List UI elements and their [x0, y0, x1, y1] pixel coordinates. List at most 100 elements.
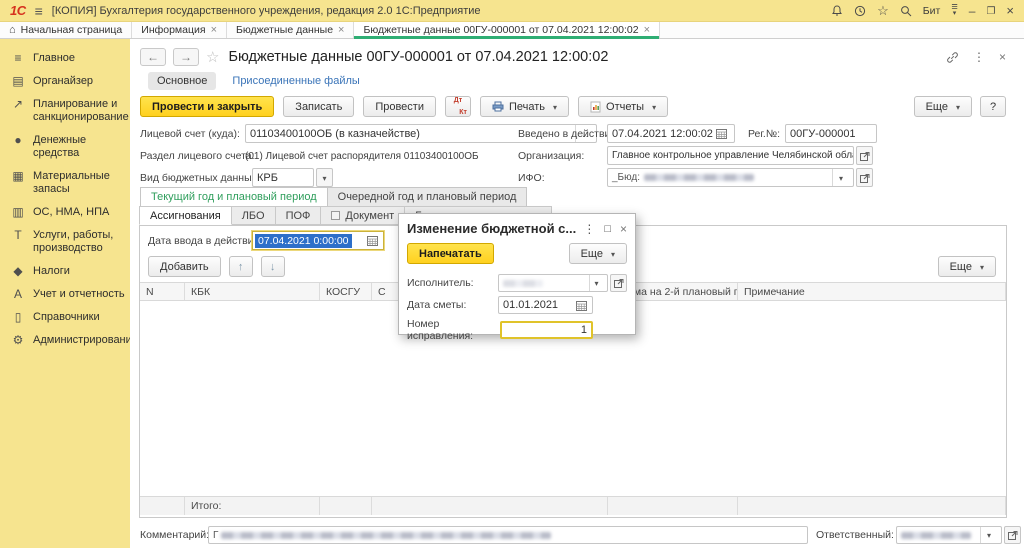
inner-tab[interactable]: ПОФ	[276, 206, 322, 225]
dialog-title: Изменение бюджетной с...	[407, 221, 583, 236]
regno-field[interactable]: 00ГУ-000001	[785, 124, 877, 143]
comment-field[interactable]: Г	[208, 526, 808, 544]
help-button[interactable]: ?	[980, 96, 1006, 117]
sidebar-item[interactable]: ТУслуги, работы, производство	[0, 224, 130, 260]
dialog-more-button[interactable]: Еще	[569, 243, 627, 264]
organization-open-button[interactable]	[856, 146, 873, 165]
favorite-star-icon[interactable]	[206, 48, 219, 66]
nav-forward-button[interactable]	[173, 48, 199, 66]
post-and-close-button[interactable]: Провести и закрыть	[140, 96, 274, 117]
sidebar-item[interactable]: ▤Органайзер	[0, 70, 130, 93]
entry-date-calendar-icon[interactable]	[364, 232, 381, 249]
correction-number-field[interactable]: 1	[500, 321, 593, 339]
search-icon[interactable]	[900, 4, 912, 16]
debit-credit-icon-button[interactable]: Дт Кт	[445, 96, 471, 117]
grid-column-header[interactable]: N	[140, 283, 185, 300]
responsible-dropdown-icon[interactable]	[980, 527, 997, 544]
inner-tab[interactable]: Ассигнования	[139, 206, 232, 225]
money-icon: ●	[11, 134, 25, 147]
sidebar-item[interactable]: ≡Главное	[0, 47, 130, 70]
estimate-date-calendar-icon[interactable]	[574, 297, 588, 314]
grid-toolbar: Добавить	[148, 256, 285, 277]
service-menu-icon[interactable]	[951, 5, 957, 16]
dialog-maximize-icon[interactable]	[604, 223, 611, 235]
dialog-print-button[interactable]: Напечатать	[407, 243, 494, 264]
entry-date-field[interactable]: 07.04.2021 0:00:00	[252, 231, 384, 250]
notifications-bell-icon[interactable]	[831, 4, 843, 16]
favorites-star-icon[interactable]	[877, 3, 889, 19]
more-button[interactable]: Еще	[914, 96, 972, 117]
move-up-button[interactable]	[229, 256, 253, 277]
responsible-label: Ответственный:	[816, 529, 894, 541]
add-row-button[interactable]: Добавить	[148, 256, 221, 277]
sidebar-item[interactable]: ↗Планирование и санкционирование	[0, 93, 130, 129]
responsible-field[interactable]	[896, 526, 1002, 544]
save-button[interactable]: Записать	[283, 96, 354, 117]
main-menu-icon[interactable]	[35, 3, 43, 19]
sidebar-item[interactable]: ▦Материальные запасы	[0, 165, 130, 201]
dialog-more-menu-icon[interactable]	[583, 222, 595, 236]
app-tab[interactable]: Бюджетные данные	[227, 22, 354, 38]
effective-date-field[interactable]: 07.04.2021 12:00:02	[607, 124, 735, 143]
grid-footer-cell	[372, 497, 608, 515]
grid-column-header[interactable]: КОСГУ	[320, 283, 372, 300]
sidebar-item-label: Администрирование	[33, 334, 138, 347]
inner-tab-label: ЛБО	[242, 210, 265, 222]
document-window-controls	[946, 50, 1006, 64]
app-tab[interactable]: Начальная страница	[0, 22, 132, 38]
responsible-open-button[interactable]	[1004, 526, 1021, 544]
organization-field[interactable]: Главное контрольное управление Челябинск…	[607, 146, 854, 165]
post-button[interactable]: Провести	[363, 96, 436, 117]
organization-label: Организация:	[518, 150, 584, 162]
link-icon[interactable]	[946, 51, 959, 64]
sidebar-item[interactable]: ●Денежные средства	[0, 129, 130, 165]
grid-column-header[interactable]: КБК	[185, 283, 320, 300]
app-tab-label: Бюджетные данные	[236, 24, 333, 36]
grid-column-header[interactable]: Примечание	[738, 283, 1006, 300]
estimate-date-field[interactable]: 01.01.2021	[498, 296, 593, 314]
close-window-icon[interactable]	[1006, 3, 1014, 18]
calendar-icon[interactable]	[713, 125, 730, 142]
executor-open-button[interactable]	[610, 274, 627, 292]
tab-main[interactable]: Основное	[148, 72, 216, 90]
ifo-open-button[interactable]	[856, 168, 873, 187]
sidebar-item[interactable]: АУчет и отчетность	[0, 283, 130, 306]
minimize-icon[interactable]	[969, 4, 976, 18]
taxes-icon: ◆	[11, 265, 25, 278]
nav-back-button[interactable]	[140, 48, 166, 66]
move-down-button[interactable]	[261, 256, 285, 277]
ifo-field[interactable]: _Бюд:	[607, 168, 854, 187]
period-tab[interactable]: Текущий год и плановый период	[140, 187, 327, 207]
maximize-icon[interactable]	[986, 5, 995, 17]
history-clock-icon[interactable]	[854, 4, 866, 16]
sidebar-item[interactable]: ▥ОС, НМА, НПА	[0, 201, 130, 224]
1c-logo: 1С	[10, 3, 26, 18]
inner-tab[interactable]: Документ	[321, 206, 405, 225]
sidebar-item[interactable]: ⚙Администрирование	[0, 329, 130, 352]
executor-dropdown-icon[interactable]	[589, 275, 603, 292]
app-tab[interactable]: Бюджетные данные 00ГУ-000001 от 07.04.20…	[354, 22, 660, 38]
period-tab[interactable]: Очередной год и плановый период	[327, 187, 528, 207]
tab-close-icon[interactable]	[211, 24, 217, 36]
budget-data-kind-dropdown[interactable]	[316, 168, 333, 187]
dialog-close-icon[interactable]	[620, 222, 627, 236]
app-tab[interactable]: Информация	[132, 22, 227, 38]
bit-label[interactable]: Бит	[923, 5, 941, 17]
estimate-date-value: 01.01.2021	[503, 299, 574, 311]
effective-value: 07.04.2021 12:00:02	[612, 128, 713, 140]
executor-field[interactable]	[498, 274, 608, 292]
reports-button[interactable]: Отчеты	[578, 96, 668, 117]
print-button[interactable]: Печать	[480, 96, 569, 117]
sidebar-item[interactable]: ◆Налоги	[0, 260, 130, 283]
close-document-icon[interactable]	[999, 50, 1006, 64]
inner-tab[interactable]: ЛБО	[232, 206, 276, 225]
budget-data-kind-field[interactable]: КРБ	[252, 168, 314, 187]
sidebar-item[interactable]: ▯Справочники	[0, 306, 130, 329]
tab-attached-files[interactable]: Присоединенные файлы	[232, 75, 359, 87]
correction-number-row: Номер исправления: 1	[407, 318, 627, 342]
ifo-dropdown-icon[interactable]	[832, 169, 849, 186]
grid-more-button[interactable]: Еще	[938, 256, 996, 277]
tab-close-icon[interactable]	[338, 24, 344, 36]
more-menu-icon[interactable]	[973, 50, 985, 64]
tab-close-icon[interactable]	[644, 24, 650, 36]
